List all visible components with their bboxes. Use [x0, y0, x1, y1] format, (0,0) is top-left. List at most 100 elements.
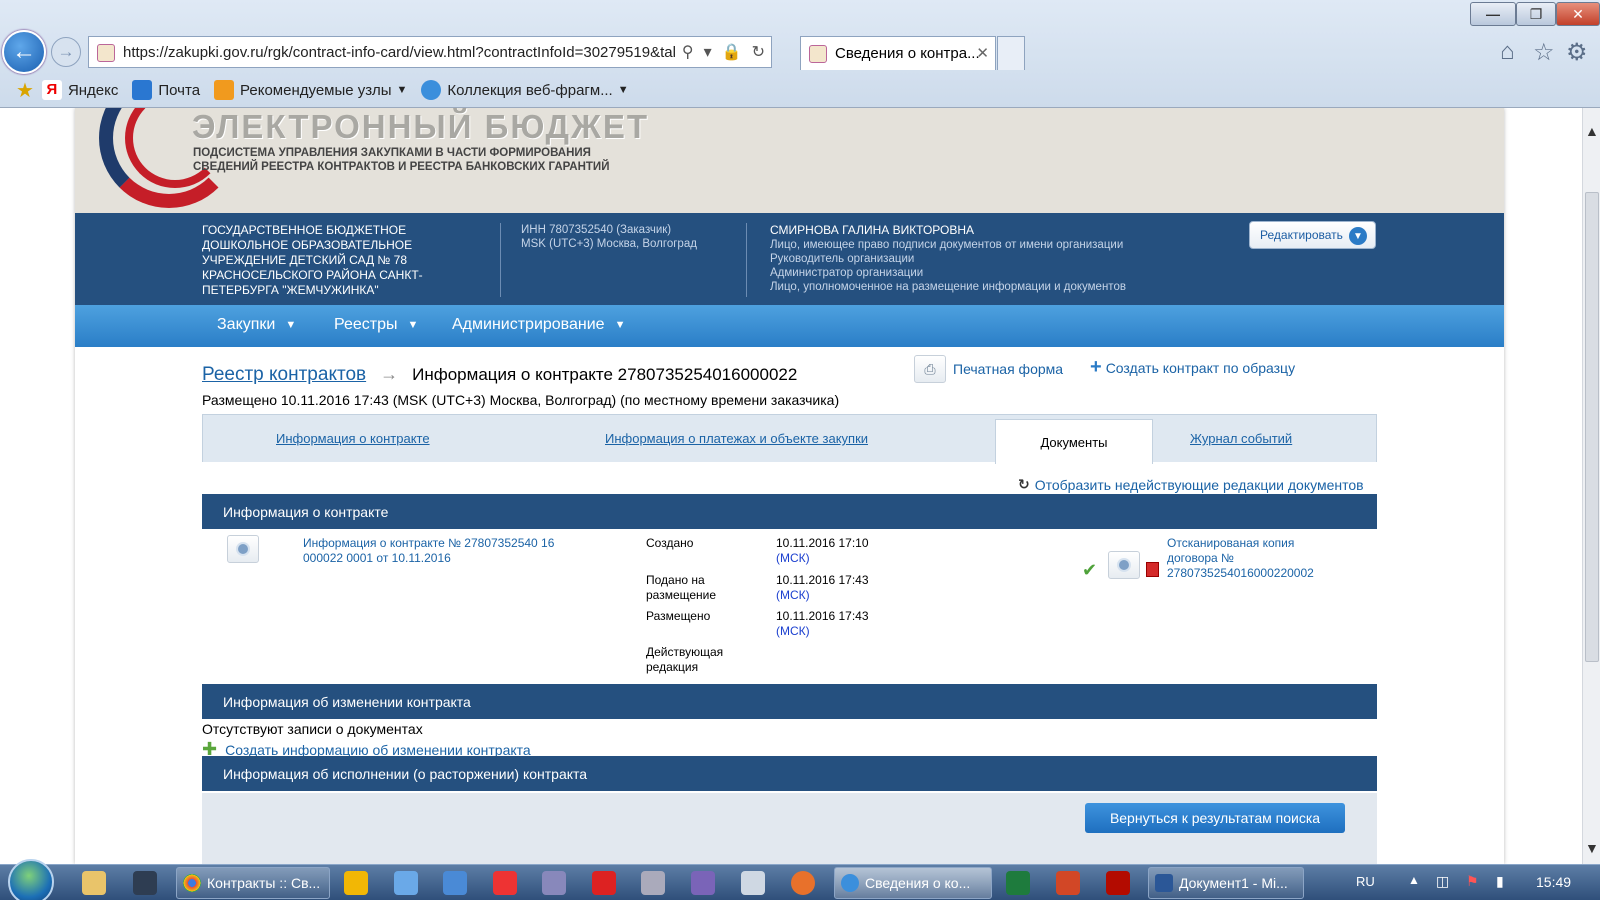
taskbar-chrome-contracts[interactable]: Контракты :: Св...: [176, 867, 330, 899]
show-hidden-icons-icon[interactable]: ▲: [1408, 873, 1420, 887]
excel-icon[interactable]: [1006, 871, 1030, 895]
pdf-file-icon: [1146, 562, 1159, 577]
ie-icon: [841, 874, 859, 892]
language-indicator[interactable]: RU: [1356, 874, 1375, 889]
section-header-contract-execution: Информация об исполнении (о расторжении)…: [202, 756, 1377, 791]
lock-icon[interactable]: 🔒: [722, 42, 742, 62]
placed-label: Размещено: [646, 609, 711, 623]
main-menu: Закупки ▼ Реестры ▼ Администрирование ▼: [75, 305, 1504, 347]
tab-contract-info[interactable]: Информация о контракте: [276, 431, 430, 446]
print-form-button[interactable]: ⎙ Печатная форма: [914, 355, 1063, 383]
web-page: ЭЛЕКТРОННЫЙ БЮДЖЕТ ПОДСИСТЕМА УПРАВЛЕНИЯ…: [0, 108, 1582, 864]
site-favicon-icon: [97, 44, 115, 62]
windows-taskbar: Контракты :: Св... Сведения о ко... Доку…: [0, 859, 1600, 900]
home-icon[interactable]: ⌂: [1500, 38, 1515, 66]
app-icon[interactable]: [542, 871, 566, 895]
menu-administration[interactable]: Администрирование ▼: [452, 316, 625, 334]
minimize-window-icon[interactable]: —: [1470, 2, 1516, 26]
favorites-star-add-icon[interactable]: ★: [16, 78, 34, 103]
browser-tab[interactable]: Сведения о контра... ✕: [800, 36, 996, 70]
restore-window-icon[interactable]: ❐: [1516, 2, 1556, 26]
start-button[interactable]: [8, 859, 54, 900]
favorite-yandex[interactable]: Я Яндекс: [41, 80, 118, 100]
user-info: СМИРНОВА ГАЛИНА ВИКТОРОВНА Лицо, имеющее…: [770, 223, 1126, 294]
organization-details: ИНН 7807352540 (Заказчик) MSK (UTC+3) Мо…: [521, 223, 697, 251]
created-value: 10.11.2016 17:10 (МСК): [776, 536, 869, 565]
user-role: Лицо, уполномоченное на размещение инфор…: [770, 281, 1126, 293]
media-icon[interactable]: [443, 871, 467, 895]
app-icon[interactable]: [133, 871, 157, 895]
search-icon[interactable]: ⚲: [682, 42, 694, 62]
document-seal-icon[interactable]: [1108, 551, 1140, 579]
page-content: ЭЛЕКТРОННЫЙ БЮДЖЕТ ПОДСИСТЕМА УПРАВЛЕНИЯ…: [75, 108, 1504, 864]
network-icon[interactable]: ◫: [1436, 873, 1449, 890]
dropdown-icon[interactable]: ▾: [704, 42, 712, 62]
breadcrumb: Реестр контрактов → Информация о контрак…: [202, 364, 797, 386]
organization-bar: ГОСУДАРСТВЕННОЕ БЮДЖЕТНОЕ ДОШКОЛЬНОЕ ОБР…: [75, 213, 1504, 305]
mail-icon: [132, 80, 153, 100]
document-seal-icon[interactable]: [227, 535, 259, 563]
close-tab-icon[interactable]: ✕: [976, 44, 989, 62]
forward-arrow-icon[interactable]: →: [51, 37, 81, 67]
app-icon[interactable]: [691, 871, 715, 895]
firefox-icon[interactable]: [791, 871, 815, 895]
organization-name: ГОСУДАРСТВЕННОЕ БЮДЖЕТНОЕ ДОШКОЛЬНОЕ ОБР…: [202, 223, 423, 297]
tab-event-journal[interactable]: Журнал событий: [1190, 431, 1292, 446]
menu-purchases[interactable]: Закупки ▼: [217, 316, 296, 334]
clock[interactable]: 15:49: [1536, 874, 1571, 890]
back-to-results-button[interactable]: Вернуться к результатам поиска: [1085, 803, 1345, 833]
explorer-icon[interactable]: [82, 871, 106, 895]
calculator-icon[interactable]: [741, 871, 765, 895]
taskbar-ie-contract-info[interactable]: Сведения о ко...: [834, 867, 992, 899]
arrow-right-icon: →: [380, 364, 399, 384]
submitted-value: 10.11.2016 17:43 (МСК): [776, 573, 869, 602]
favorite-web-slices[interactable]: Коллекция веб-фрагм... ▼: [421, 80, 629, 100]
scroll-down-icon[interactable]: ▼: [1585, 840, 1599, 856]
back-arrow-icon[interactable]: ←: [2, 30, 46, 74]
created-label: Создано: [646, 536, 694, 550]
app-icon[interactable]: [641, 871, 665, 895]
tab-documents[interactable]: Документы: [995, 419, 1153, 464]
action-center-icon[interactable]: ⚑: [1466, 873, 1479, 890]
chrome-icon: [183, 874, 201, 892]
favorites-star-icon[interactable]: ☆: [1533, 38, 1555, 67]
yandex-icon: Я: [41, 80, 62, 100]
show-inactive-link[interactable]: ↻ Отобразить недействующие редакции доку…: [1018, 476, 1364, 493]
scanned-copy-link[interactable]: Отсканированая копия договора № 27807352…: [1167, 536, 1347, 581]
current-edition-label: Действующая редакция: [646, 645, 724, 674]
create-from-template-button[interactable]: + Создать контракт по образцу: [1090, 356, 1295, 379]
settings-gear-icon[interactable]: ⚙: [1566, 38, 1588, 67]
powerpoint-icon[interactable]: [1056, 871, 1080, 895]
address-bar[interactable]: https://zakupki.gov.ru/rgk/contract-info…: [88, 36, 772, 68]
favorite-suggested-sites[interactable]: Рекомендуемые узлы ▼: [214, 80, 407, 100]
new-tab-button[interactable]: [997, 36, 1025, 70]
menu-registries[interactable]: Реестры ▼: [334, 316, 418, 334]
section-header-contract-changes: Информация об изменении контракта: [202, 684, 1377, 719]
contract-document-link[interactable]: Информация о контракте № 27807352540 16 …: [303, 536, 573, 566]
edit-button[interactable]: Редактировать ▼: [1249, 221, 1376, 249]
taskbar-word-document[interactable]: Документ1 - Mi...: [1148, 867, 1304, 899]
refresh-icon[interactable]: ↻: [752, 42, 765, 62]
app-icon[interactable]: [394, 871, 418, 895]
user-role: Администратор организации: [770, 267, 924, 279]
yandex-browser-icon[interactable]: [592, 871, 616, 895]
scroll-thumb[interactable]: [1585, 192, 1599, 662]
chevron-down-icon: ▼: [617, 84, 629, 96]
favorites-bar: ★ Я Яндекс Почта Рекомендуемые узлы ▼ Ко…: [0, 72, 1600, 108]
user-role: Лицо, имеющее право подписи документов о…: [770, 239, 1124, 251]
no-documents-text: Отсутствуют записи о документах: [202, 721, 423, 737]
close-window-icon[interactable]: ✕: [1556, 2, 1600, 26]
chevron-down-icon: ▼: [407, 319, 419, 331]
mail-agent-icon[interactable]: [344, 871, 368, 895]
contract-tabs: Информация о контракте Информация о плат…: [202, 414, 1377, 464]
vertical-scrollbar[interactable]: ▲ ▼: [1582, 108, 1600, 864]
scroll-up-icon[interactable]: ▲: [1585, 123, 1599, 139]
checkmark-icon: ✔: [1082, 560, 1098, 580]
yandex-icon[interactable]: [493, 871, 517, 895]
signal-icon[interactable]: ▮: [1496, 873, 1504, 890]
favorite-mail[interactable]: Почта: [132, 80, 200, 100]
breadcrumb-link-contract-registry[interactable]: Реестр контрактов: [202, 364, 366, 386]
organization-timezone: MSK (UTC+3) Москва, Волгоград: [521, 238, 697, 250]
tab-payments[interactable]: Информация о платежах и объекте закупки: [605, 431, 868, 446]
acrobat-icon[interactable]: [1106, 871, 1130, 895]
